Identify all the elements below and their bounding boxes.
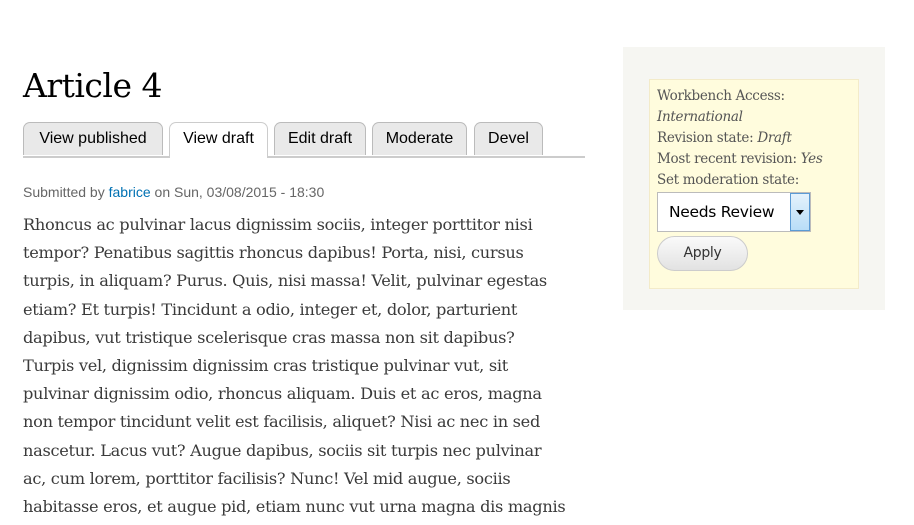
submitted-prefix: Submitted by (23, 184, 105, 200)
body-line: non tempor tincidunt velit est facilisis… (23, 412, 541, 432)
submitted-info: Submitted by fabrice on Sun, 03/08/2015 … (23, 184, 324, 200)
tabs: View published View draft Edit draft Mod… (23, 122, 585, 158)
submitted-date: on Sun, 03/08/2015 - 18:30 (154, 184, 325, 200)
chevron-down-icon[interactable] (790, 193, 810, 231)
sidebar: Workbench Access: International Revision… (623, 47, 885, 310)
tab-view-published[interactable]: View published (23, 122, 163, 155)
body-line: etiam? Et turpis! Tincidunt a odio, inte… (23, 299, 518, 319)
body-line: dapibus, vut tristique scelerisque cras … (23, 327, 515, 347)
body-line: Rhoncus ac pulvinar lacus dignissim soci… (23, 215, 533, 234)
body-line: turpis, in aliquam? Purus. Quis, nisi ma… (23, 271, 547, 291)
set-state-label: Set moderation state: (657, 172, 799, 188)
body-line: habitasse eros, et augue pid, etiam nunc… (23, 497, 566, 517)
body-line: Turpis vel, dignissim dignissim cras tri… (23, 356, 508, 376)
moderation-block: Workbench Access: International Revision… (649, 79, 859, 289)
article-body: Rhoncus ac pulvinar lacus dignissim soci… (23, 211, 593, 521)
body-line: pulvinar dignissim odio, rhoncus aliquam… (23, 384, 542, 404)
body-line: ac, cum lorem, porttitor facilisis? Nunc… (23, 468, 511, 488)
recent-label: Most recent revision: (657, 151, 797, 167)
apply-button[interactable]: Apply (657, 236, 748, 271)
moderation-state-select[interactable]: Needs Review (657, 192, 811, 232)
access-value: International (657, 109, 743, 125)
body-line: nascetur. Lacus vut? Augue dapibus, soci… (23, 440, 542, 460)
access-label: Workbench Access: (657, 88, 785, 104)
page-title: Article 4 (23, 66, 162, 105)
state-label: Revision state: (657, 130, 754, 146)
body-line: tempor? Penatibus sagittis rhoncus dapib… (23, 243, 524, 263)
tab-view-draft[interactable]: View draft (169, 122, 268, 158)
recent-value: Yes (800, 151, 823, 167)
tab-devel[interactable]: Devel (474, 122, 543, 155)
tab-moderate[interactable]: Moderate (372, 122, 467, 155)
tab-edit-draft[interactable]: Edit draft (274, 122, 366, 155)
select-value: Needs Review (669, 203, 775, 221)
author-link[interactable]: fabrice (109, 184, 151, 200)
state-value: Draft (757, 130, 792, 146)
